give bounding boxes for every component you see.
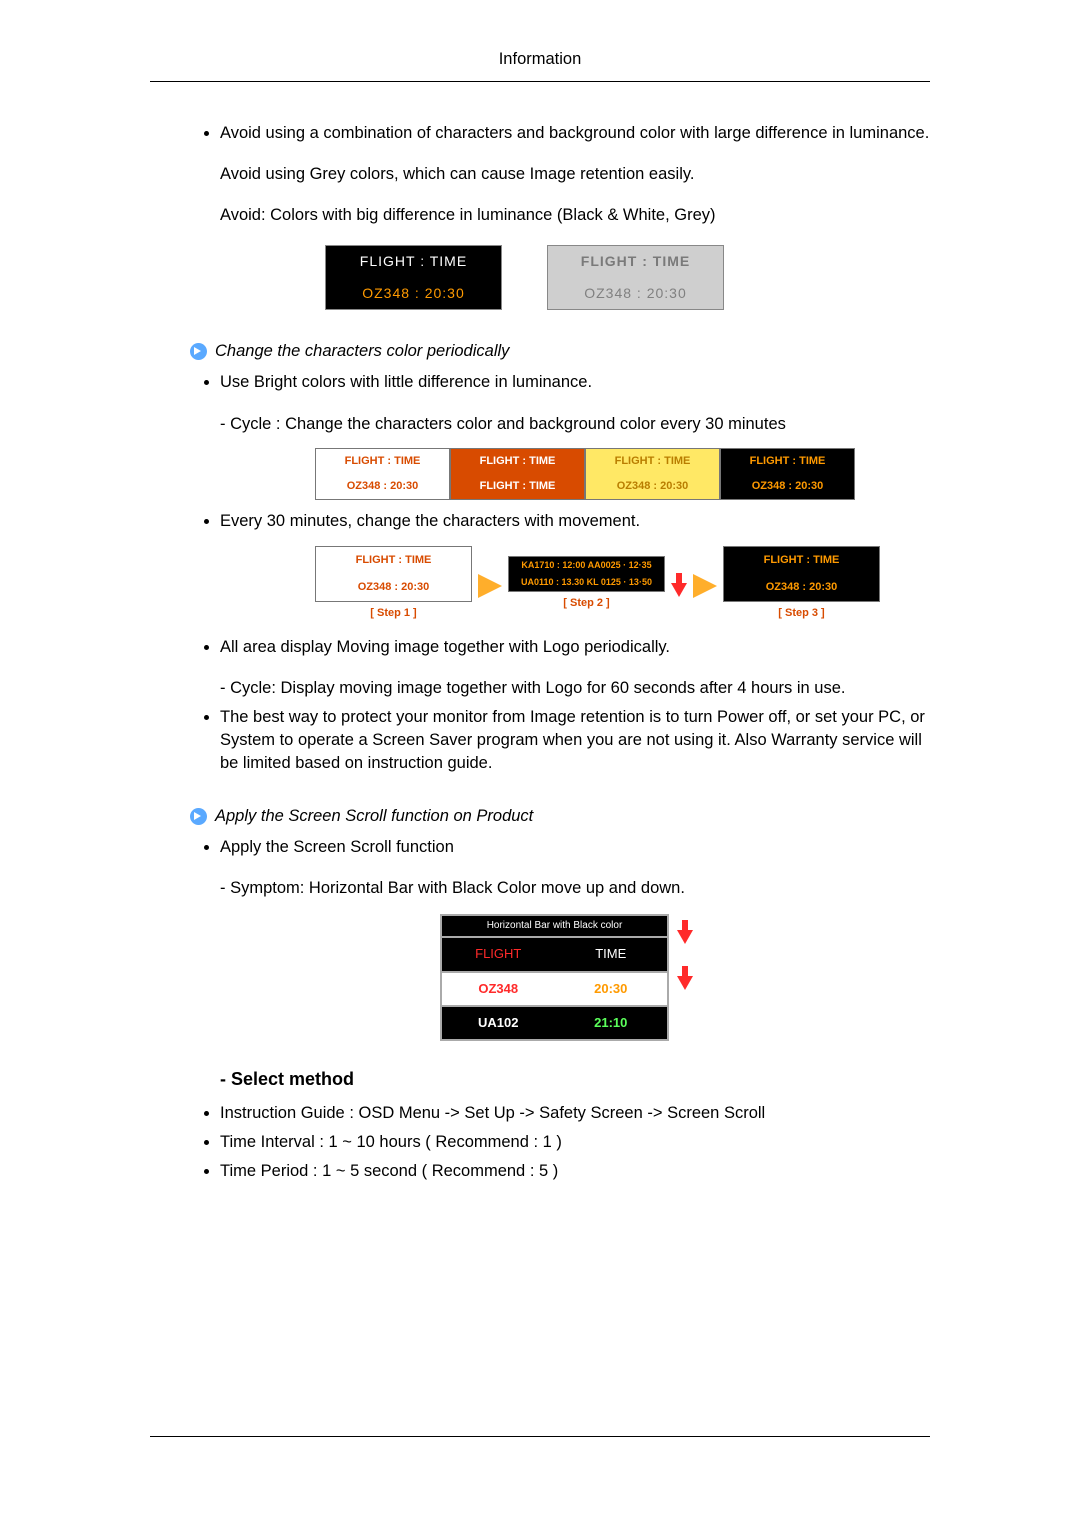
- table-row: FLIGHT TIME: [442, 936, 667, 970]
- example-grey: FLIGHT : TIME OZ348 : 20:30: [547, 245, 724, 310]
- bullet-protect: The best way to protect your monitor fro…: [220, 706, 930, 775]
- text: - Cycle : Change the characters color an…: [220, 413, 930, 436]
- text: FLIGHT : TIME: [451, 449, 584, 474]
- heading-change-chars: Change the characters color periodically: [215, 342, 509, 361]
- bullet-apply-scroll: Apply the Screen Scroll function - Sympt…: [220, 836, 930, 1041]
- arrow-circle-icon: [190, 808, 207, 825]
- text: Every 30 minutes, change the characters …: [220, 512, 640, 530]
- text: UA0110 : 13.30 KL 0125 · 13·50: [509, 574, 664, 591]
- four-color-examples: FLIGHT : TIME OZ348 : 20:30 FLIGHT : TIM…: [315, 448, 930, 501]
- bullet-movement: Every 30 minutes, change the characters …: [220, 510, 930, 625]
- text: FLIGHT : TIME: [326, 246, 501, 278]
- text: Avoid using a combination of characters …: [220, 124, 929, 142]
- footer-rule: [150, 1436, 930, 1437]
- movement-steps: FLIGHT : TIME OZ348 : 20:30 [ Step 1 ] K…: [315, 546, 930, 626]
- text: OZ348 : 20:30: [316, 574, 471, 601]
- text: OZ348 : 20:30: [548, 278, 723, 310]
- text: OZ348 : 20:30: [316, 474, 449, 499]
- arrow-right-icon: [478, 574, 502, 598]
- table-row: OZ348 20:30: [442, 971, 667, 1005]
- scroll-arrows: [677, 914, 693, 992]
- cell: 20:30: [555, 973, 668, 1005]
- color-example-3: FLIGHT : TIME OZ348 : 20:30: [585, 448, 720, 501]
- bullet-logo: All area display Moving image together w…: [220, 636, 930, 700]
- cell: OZ348: [442, 973, 555, 1005]
- bullet-avoid-combo: Avoid using a combination of characters …: [220, 122, 930, 310]
- text: OZ348 : 20:30: [326, 278, 501, 310]
- cell: UA102: [442, 1007, 555, 1039]
- cell: FLIGHT: [442, 938, 555, 970]
- color-example-1: FLIGHT : TIME OZ348 : 20:30: [315, 448, 450, 501]
- bullet-bright: Use Bright colors with little difference…: [220, 371, 930, 500]
- text: - Symptom: Horizontal Bar with Black Col…: [220, 877, 930, 900]
- table-row: UA102 21:10: [442, 1005, 667, 1039]
- list-item: Instruction Guide : OSD Menu -> Set Up -…: [220, 1102, 930, 1125]
- step-2: KA1710 : 12:00 AA0025 · 12·35 UA0110 : 1…: [508, 556, 665, 615]
- text: OZ348 : 20:30: [724, 574, 879, 601]
- arrow-down-icon: [677, 920, 693, 946]
- text: FLIGHT : TIME: [316, 449, 449, 474]
- step-label: [ Step 3 ]: [723, 602, 880, 625]
- scroll-table: Horizontal Bar with Black color FLIGHT T…: [440, 914, 669, 1041]
- text: Instruction Guide : OSD Menu -> Set Up -…: [220, 1104, 765, 1122]
- text: FLIGHT : TIME: [451, 474, 584, 499]
- text: - Cycle: Display moving image together w…: [220, 677, 930, 700]
- example-contrast-pair: FLIGHT : TIME OZ348 : 20:30 FLIGHT : TIM…: [325, 245, 930, 310]
- step-3: FLIGHT : TIME OZ348 : 20:30 [ Step 3 ]: [723, 546, 880, 626]
- step-label: [ Step 2 ]: [508, 592, 665, 615]
- text: Avoid using Grey colors, which can cause…: [220, 163, 930, 186]
- arrow-down-icon: [677, 966, 693, 992]
- heading-apply-scroll: Apply the Screen Scroll function on Prod…: [215, 807, 533, 826]
- text: Time Interval : 1 ~ 10 hours ( Recommend…: [220, 1133, 562, 1151]
- color-example-2: FLIGHT : TIME FLIGHT : TIME: [450, 448, 585, 501]
- text: FLIGHT : TIME: [316, 547, 471, 574]
- text: FLIGHT : TIME: [586, 449, 719, 474]
- text: OZ348 : 20:30: [721, 474, 854, 499]
- list-item: Time Period : 1 ~ 5 second ( Recommend :…: [220, 1160, 930, 1183]
- text: OZ348 : 20:30: [586, 474, 719, 499]
- text: All area display Moving image together w…: [220, 638, 670, 656]
- cell: 21:10: [555, 1007, 668, 1039]
- text: Use Bright colors with little difference…: [220, 373, 592, 391]
- select-method-heading: - Select method: [220, 1069, 930, 1090]
- pin-down-icon: [671, 573, 687, 599]
- arrow-circle-icon: [190, 343, 207, 360]
- text: FLIGHT : TIME: [721, 449, 854, 474]
- color-example-4: FLIGHT : TIME OZ348 : 20:30: [720, 448, 855, 501]
- step-label: [ Step 1 ]: [315, 602, 472, 625]
- text: Avoid: Colors with big difference in lum…: [220, 204, 930, 227]
- step-1: FLIGHT : TIME OZ348 : 20:30 [ Step 1 ]: [315, 546, 472, 626]
- text: FLIGHT : TIME: [548, 246, 723, 278]
- text: FLIGHT : TIME: [724, 547, 879, 574]
- example-black-white: FLIGHT : TIME OZ348 : 20:30: [325, 245, 502, 310]
- arrow-right-icon: [693, 574, 717, 598]
- text: Apply the Screen Scroll function: [220, 838, 454, 856]
- text: Time Period : 1 ~ 5 second ( Recommend :…: [220, 1162, 558, 1180]
- page-header: Information: [150, 40, 930, 82]
- cell: TIME: [555, 938, 668, 970]
- scroll-example: Horizontal Bar with Black color FLIGHT T…: [440, 914, 930, 1041]
- text: KA1710 : 12:00 AA0025 · 12·35: [509, 557, 664, 574]
- text: The best way to protect your monitor fro…: [220, 708, 925, 772]
- list-item: Time Interval : 1 ~ 10 hours ( Recommend…: [220, 1131, 930, 1154]
- scroll-header: Horizontal Bar with Black color: [442, 916, 667, 936]
